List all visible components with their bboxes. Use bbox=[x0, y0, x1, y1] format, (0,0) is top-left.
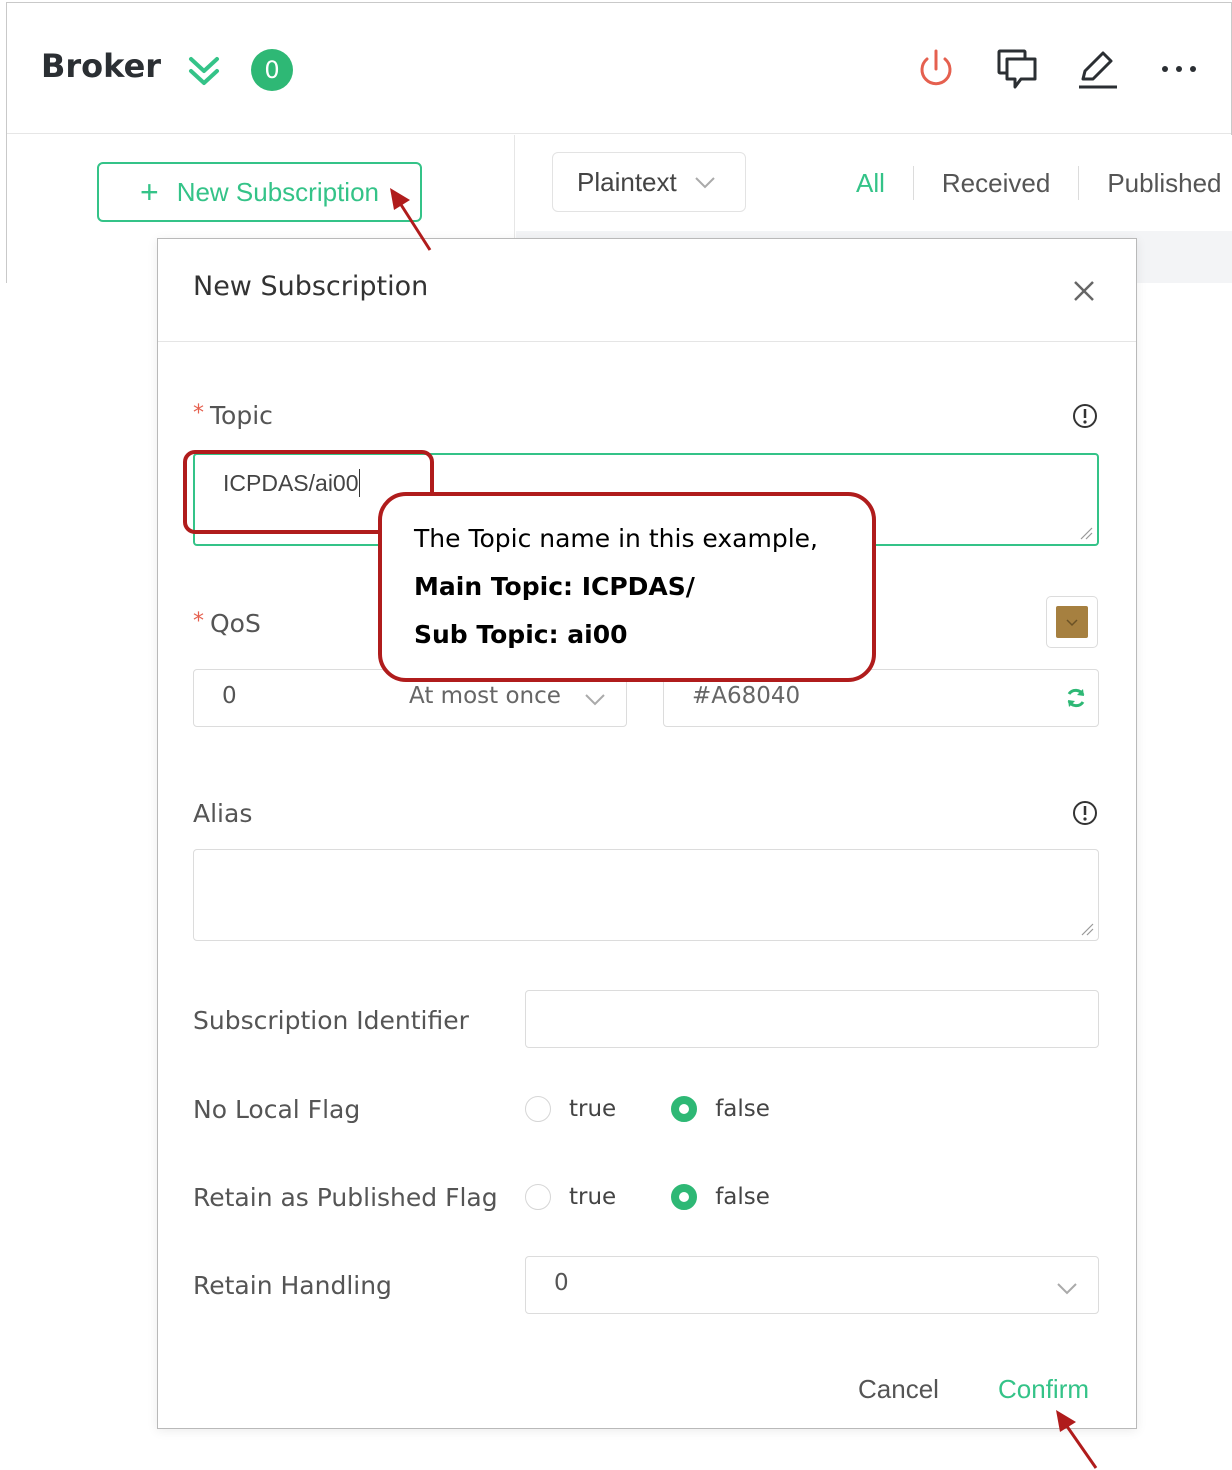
no-local-true-radio[interactable] bbox=[525, 1096, 551, 1122]
new-subscription-button[interactable]: + New Subscription bbox=[97, 162, 422, 222]
resize-handle-icon[interactable] bbox=[1079, 526, 1093, 540]
retain-as-published-false-radio[interactable] bbox=[671, 1184, 698, 1210]
qos-value: 0 bbox=[222, 683, 237, 709]
payload-format-value: Plaintext bbox=[577, 166, 677, 197]
resize-handle-icon[interactable] bbox=[1080, 922, 1094, 936]
power-icon[interactable] bbox=[914, 47, 958, 91]
tab-received[interactable]: Received bbox=[914, 168, 1078, 199]
required-mark: * bbox=[193, 609, 204, 634]
subscription-identifier-label: Subscription Identifier bbox=[193, 1006, 469, 1035]
messages-toolbar: Plaintext All Received Published bbox=[516, 135, 1232, 231]
radio-label-false: false bbox=[715, 1184, 770, 1210]
chevron-down-icon bbox=[1057, 1283, 1077, 1295]
topic-label: * Topic bbox=[193, 401, 273, 430]
annotation-line-2: Main Topic: ICPDAS/ bbox=[414, 572, 695, 601]
message-count-badge: 0 bbox=[251, 49, 293, 91]
cancel-button[interactable]: Cancel bbox=[858, 1374, 939, 1405]
retain-as-published-radio-group: true false bbox=[525, 1184, 770, 1210]
payload-format-select[interactable]: Plaintext bbox=[552, 152, 746, 212]
plus-icon: + bbox=[140, 174, 159, 210]
chevron-down-icon bbox=[695, 177, 715, 189]
chevron-down-icon bbox=[585, 694, 605, 706]
retain-handling-select[interactable]: 0 bbox=[525, 1256, 1099, 1314]
retain-handling-label: Retain Handling bbox=[193, 1271, 392, 1300]
retain-as-published-true-radio[interactable] bbox=[525, 1184, 551, 1210]
connection-header: Broker 0 bbox=[7, 3, 1231, 134]
new-subscription-label: New Subscription bbox=[176, 176, 379, 207]
annotation-line-3: Sub Topic: ai00 bbox=[414, 620, 628, 649]
info-icon[interactable] bbox=[1070, 798, 1100, 828]
edit-icon[interactable] bbox=[1075, 47, 1119, 91]
qos-description: At most once bbox=[409, 683, 561, 709]
color-value: #A68040 bbox=[692, 683, 801, 709]
tab-all[interactable]: All bbox=[846, 168, 913, 199]
annotation-callout: The Topic name in this example, Main Top… bbox=[378, 492, 876, 682]
close-icon[interactable] bbox=[1070, 277, 1098, 305]
retain-as-published-flag-label: Retain as Published Flag bbox=[193, 1183, 498, 1212]
subscription-identifier-input[interactable] bbox=[525, 990, 1099, 1048]
confirm-button[interactable]: Confirm bbox=[998, 1374, 1089, 1405]
message-filter-tabs: All Received Published bbox=[846, 163, 1232, 203]
color-swatch bbox=[1056, 606, 1088, 638]
no-local-flag-label: No Local Flag bbox=[193, 1095, 361, 1124]
alias-input[interactable] bbox=[193, 849, 1099, 941]
new-subscription-dialog: New Subscription * Topic ICPDAS/ai00 * QoS… bbox=[157, 238, 1137, 1429]
chevron-down-icon bbox=[1066, 619, 1078, 627]
radio-label-true: true bbox=[569, 1184, 617, 1210]
retain-handling-value: 0 bbox=[554, 1270, 569, 1296]
dialog-title: New Subscription bbox=[193, 271, 429, 302]
chevron-down-double-icon[interactable] bbox=[187, 53, 221, 89]
alias-label: Alias bbox=[193, 799, 253, 828]
required-mark: * bbox=[193, 401, 204, 426]
no-local-false-radio[interactable] bbox=[671, 1096, 698, 1122]
annotation-line-1: The Topic name in this example, bbox=[414, 524, 818, 553]
radio-label-true: true bbox=[569, 1096, 617, 1122]
tab-published[interactable]: Published bbox=[1079, 168, 1232, 199]
radio-label-false: false bbox=[715, 1096, 770, 1122]
dialog-header: New Subscription bbox=[158, 239, 1136, 342]
chat-icon[interactable] bbox=[995, 47, 1039, 91]
refresh-icon[interactable] bbox=[1064, 686, 1088, 710]
qos-label: * QoS bbox=[193, 609, 261, 638]
more-icon[interactable] bbox=[1157, 47, 1201, 91]
color-picker-button[interactable] bbox=[1046, 596, 1098, 648]
info-icon[interactable] bbox=[1070, 401, 1100, 431]
no-local-flag-radio-group: true false bbox=[525, 1096, 770, 1122]
connection-title: Broker bbox=[41, 47, 162, 85]
